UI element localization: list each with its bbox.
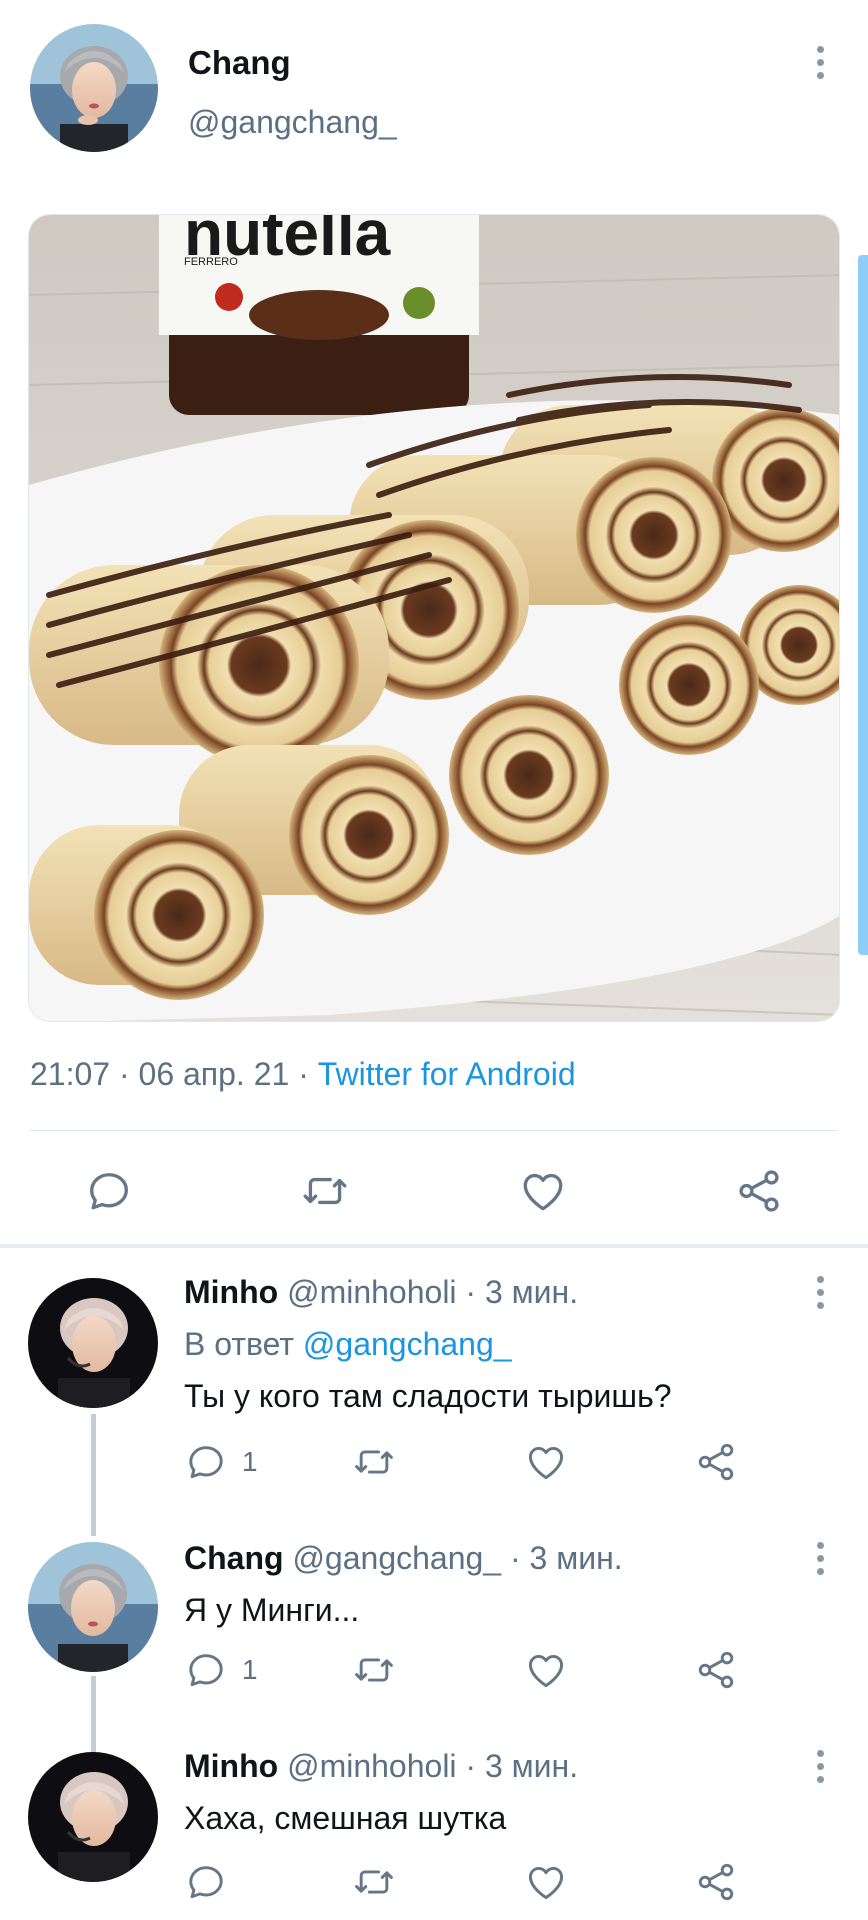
svg-text:FERRERO: FERRERO	[184, 256, 238, 268]
share-button[interactable]	[694, 1860, 738, 1904]
reply-author-name[interactable]: Chang	[184, 1540, 284, 1576]
more-vertical-icon[interactable]	[814, 1276, 826, 1309]
tweet-source-link[interactable]: Twitter for Android	[318, 1056, 576, 1092]
tweet-time: 21:07	[30, 1056, 111, 1092]
tweet-meta: 21:07 · 06 апр. 21 · Twitter for Android	[30, 1056, 576, 1093]
retweet-button[interactable]	[350, 1860, 398, 1904]
retweet-icon	[350, 1648, 398, 1692]
share-button[interactable]	[694, 1440, 738, 1484]
share-icon	[694, 1648, 738, 1692]
reply-tweet[interactable]: Minho @minhoholi · 3 мин. Хаха, смешная …	[0, 1744, 868, 1920]
reply-to-mention[interactable]: @gangchang_	[303, 1326, 512, 1362]
tweet-header: Chang @gangchang_	[0, 0, 868, 180]
avatar[interactable]	[28, 1752, 158, 1882]
avatar-image	[28, 1542, 158, 1672]
retweet-icon	[350, 1860, 398, 1904]
crepes-photo: nutella FERRERO	[29, 215, 839, 1021]
avatar[interactable]	[28, 1542, 158, 1672]
avatar-image	[30, 24, 158, 152]
author-handle[interactable]: @gangchang_	[188, 104, 397, 141]
avatar-image	[28, 1752, 158, 1882]
retweet-icon	[298, 1166, 352, 1216]
avatar-image	[28, 1278, 158, 1408]
like-button[interactable]	[518, 1166, 568, 1216]
reply-to-prefix: В ответ	[184, 1326, 295, 1362]
reply-header: Minho @minhoholi · 3 мин.	[184, 1274, 578, 1311]
like-icon	[524, 1860, 568, 1904]
more-vertical-icon[interactable]	[814, 1542, 826, 1575]
tweet-date: 06 апр. 21	[138, 1056, 290, 1092]
like-icon	[524, 1440, 568, 1484]
reply-text: Хаха, смешная шутка	[184, 1800, 507, 1836]
share-button[interactable]	[734, 1166, 784, 1216]
share-icon	[694, 1440, 738, 1484]
reply-tweet[interactable]: Chang @gangchang_ · 3 мин. Я у Минги... …	[0, 1536, 868, 1786]
share-icon	[734, 1166, 784, 1216]
reply-icon	[84, 1166, 134, 1216]
reply-text: Ты у кого там сладости тыришь?	[184, 1378, 672, 1414]
reply-time: · 3 мин.	[465, 1748, 579, 1784]
reply-to-line: В ответ @gangchang_	[184, 1326, 512, 1363]
like-icon	[524, 1648, 568, 1692]
tweet-media-image[interactable]: nutella FERRERO	[28, 214, 840, 1022]
divider	[30, 1130, 838, 1131]
retweet-button[interactable]	[350, 1648, 398, 1692]
reply-header: Minho @minhoholi · 3 мин.	[184, 1748, 578, 1785]
avatar[interactable]	[30, 24, 158, 152]
more-vertical-icon[interactable]	[814, 46, 826, 79]
reply-icon	[184, 1440, 228, 1484]
thread-connector	[91, 1414, 96, 1536]
reply-header: Chang @gangchang_ · 3 мин.	[184, 1540, 623, 1577]
retweet-button[interactable]	[350, 1440, 398, 1484]
reply-count: 1	[242, 1446, 258, 1477]
meta-separator: ·	[110, 1056, 139, 1092]
reply-icon	[184, 1648, 228, 1692]
reply-text: Я у Минги...	[184, 1592, 360, 1628]
reply-button[interactable]: 1	[184, 1648, 258, 1692]
reply-author-handle[interactable]: @minhoholi	[287, 1748, 456, 1784]
tweet-action-bar	[0, 1158, 868, 1218]
avatar[interactable]	[28, 1278, 158, 1408]
reply-button[interactable]	[84, 1166, 134, 1216]
retweet-icon	[350, 1440, 398, 1484]
reply-count: 1	[242, 1654, 258, 1685]
share-icon	[694, 1860, 738, 1904]
reply-button[interactable]: 1	[184, 1440, 258, 1484]
retweet-button[interactable]	[298, 1166, 352, 1216]
reply-author-name[interactable]: Minho	[184, 1748, 278, 1784]
like-button[interactable]	[524, 1860, 568, 1904]
like-icon	[518, 1166, 568, 1216]
author-name[interactable]: Chang	[188, 44, 291, 82]
reply-author-name[interactable]: Minho	[184, 1274, 278, 1310]
thread-separator	[0, 1244, 868, 1248]
reply-author-handle[interactable]: @minhoholi	[287, 1274, 456, 1310]
share-button[interactable]	[694, 1648, 738, 1692]
reply-icon	[184, 1860, 228, 1904]
like-button[interactable]	[524, 1648, 568, 1692]
reply-time: · 3 мин.	[509, 1540, 623, 1576]
like-button[interactable]	[524, 1440, 568, 1484]
reply-time: · 3 мин.	[465, 1274, 579, 1310]
reply-author-handle[interactable]: @gangchang_	[292, 1540, 501, 1576]
reply-tweet[interactable]: Minho @minhoholi · 3 мин. В ответ @gangc…	[0, 1270, 868, 1536]
scrollbar[interactable]	[858, 255, 868, 955]
reply-button[interactable]	[184, 1860, 228, 1904]
meta-separator: ·	[289, 1056, 318, 1092]
more-vertical-icon[interactable]	[814, 1750, 826, 1783]
